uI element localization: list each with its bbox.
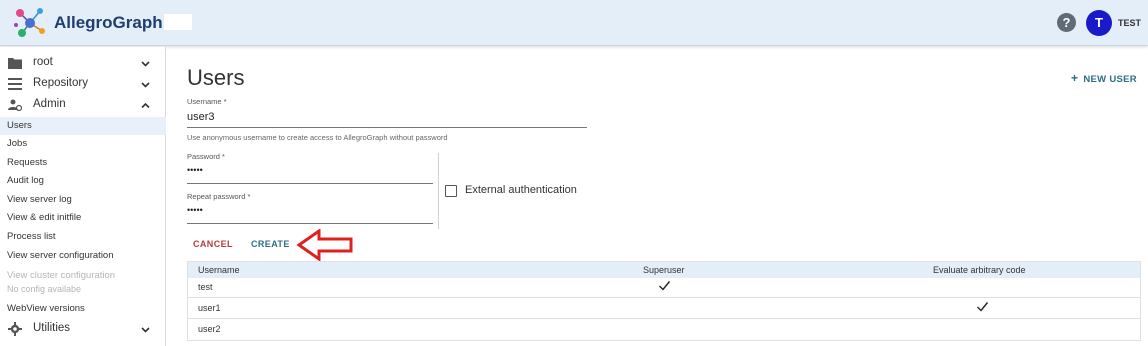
cell-username: test xyxy=(198,282,213,292)
main-content: Users + NEW USER Username * user3 Use ano… xyxy=(167,47,1148,346)
gear-icon xyxy=(8,322,22,336)
sidebar: root Repository Admin Users Jobs Request… xyxy=(0,47,166,346)
column-header-superuser[interactable]: Superuser xyxy=(643,265,685,275)
sidebar-item-view-edit-initfile[interactable]: View & edit initfile xyxy=(0,209,166,227)
sidebar-note-no-config: No config availabe xyxy=(7,284,82,294)
sidebar-group-repository[interactable]: Repository xyxy=(0,74,166,94)
sidebar-group-label: Utilities xyxy=(33,322,71,334)
folder-icon xyxy=(8,58,22,69)
sidebar-item-webview-versions[interactable]: WebView versions xyxy=(0,300,166,318)
help-icon[interactable]: ? xyxy=(1057,13,1076,32)
sidebar-group-root[interactable]: root xyxy=(0,53,166,73)
list-icon xyxy=(8,78,22,90)
check-icon xyxy=(977,302,989,312)
column-header-username[interactable]: Username xyxy=(198,265,240,275)
sidebar-group-label: Repository xyxy=(33,77,88,89)
external-auth-checkbox[interactable] xyxy=(445,185,457,197)
table-row[interactable]: user1 xyxy=(188,299,1140,319)
sidebar-item-process-list[interactable]: Process list xyxy=(0,228,166,246)
username-hint: Use anonymous username to create access … xyxy=(187,133,448,142)
repeat-password-underline xyxy=(187,223,433,224)
sidebar-group-label: root xyxy=(33,56,53,68)
top-app-bar: AllegroGraph ? T TEST xyxy=(0,0,1148,46)
chevron-up-icon xyxy=(141,102,150,109)
chevron-down-icon xyxy=(141,82,150,88)
check-icon xyxy=(659,281,671,291)
password-field[interactable]: ••••• xyxy=(187,165,203,175)
new-user-button[interactable]: + NEW USER xyxy=(1071,71,1137,85)
new-user-label: NEW USER xyxy=(1083,74,1137,85)
column-header-evaluate-code[interactable]: Evaluate arbitrary code xyxy=(933,265,1026,275)
cell-username: user1 xyxy=(198,303,221,313)
sidebar-item-users[interactable]: Users xyxy=(0,117,166,135)
sidebar-item-view-cluster-configuration: View cluster configuration xyxy=(7,270,116,281)
repeat-password-label: Repeat password * xyxy=(187,192,251,201)
logo-blank-box xyxy=(164,14,192,30)
admin-gear-user-icon xyxy=(8,99,22,111)
chevron-down-icon xyxy=(141,61,150,67)
avatar[interactable]: T xyxy=(1086,10,1112,36)
username-field[interactable]: user3 xyxy=(187,111,215,123)
sidebar-group-label: Admin xyxy=(33,98,66,110)
sidebar-item-requests[interactable]: Requests xyxy=(0,154,166,172)
sidebar-group-utilities[interactable]: Utilities xyxy=(0,319,166,339)
plus-icon: + xyxy=(1071,71,1079,85)
external-auth-label[interactable]: External authentication xyxy=(465,184,577,196)
sidebar-item-jobs[interactable]: Jobs xyxy=(0,135,166,153)
sidebar-group-admin[interactable]: Admin xyxy=(0,95,166,115)
password-label: Password * xyxy=(187,152,225,161)
sidebar-item-view-server-log[interactable]: View server log xyxy=(0,191,166,209)
vertical-divider xyxy=(438,153,439,229)
cancel-button[interactable]: CANCEL xyxy=(193,239,233,249)
username-underline xyxy=(187,127,587,128)
username-label: Username * xyxy=(187,97,227,106)
sidebar-item-audit-log[interactable]: Audit log xyxy=(0,172,166,190)
user-name[interactable]: TEST xyxy=(1118,18,1141,28)
cell-username: user2 xyxy=(198,324,221,334)
repeat-password-field[interactable]: ••••• xyxy=(187,205,203,215)
table-row[interactable]: user2 xyxy=(188,320,1140,340)
annotation-arrow-icon xyxy=(296,229,353,261)
chevron-down-icon xyxy=(141,327,150,333)
sidebar-item-view-server-configuration[interactable]: View server configuration xyxy=(0,247,166,265)
create-button[interactable]: CREATE xyxy=(251,239,290,249)
table-row[interactable]: test xyxy=(188,278,1140,298)
allegrograph-logo-icon xyxy=(14,8,45,37)
app-name: AllegroGraph xyxy=(54,13,163,32)
table-header: Username Superuser Evaluate arbitrary co… xyxy=(188,262,1140,278)
page-title: Users xyxy=(187,65,245,90)
password-underline xyxy=(187,183,433,184)
users-table: Username Superuser Evaluate arbitrary co… xyxy=(187,261,1141,341)
